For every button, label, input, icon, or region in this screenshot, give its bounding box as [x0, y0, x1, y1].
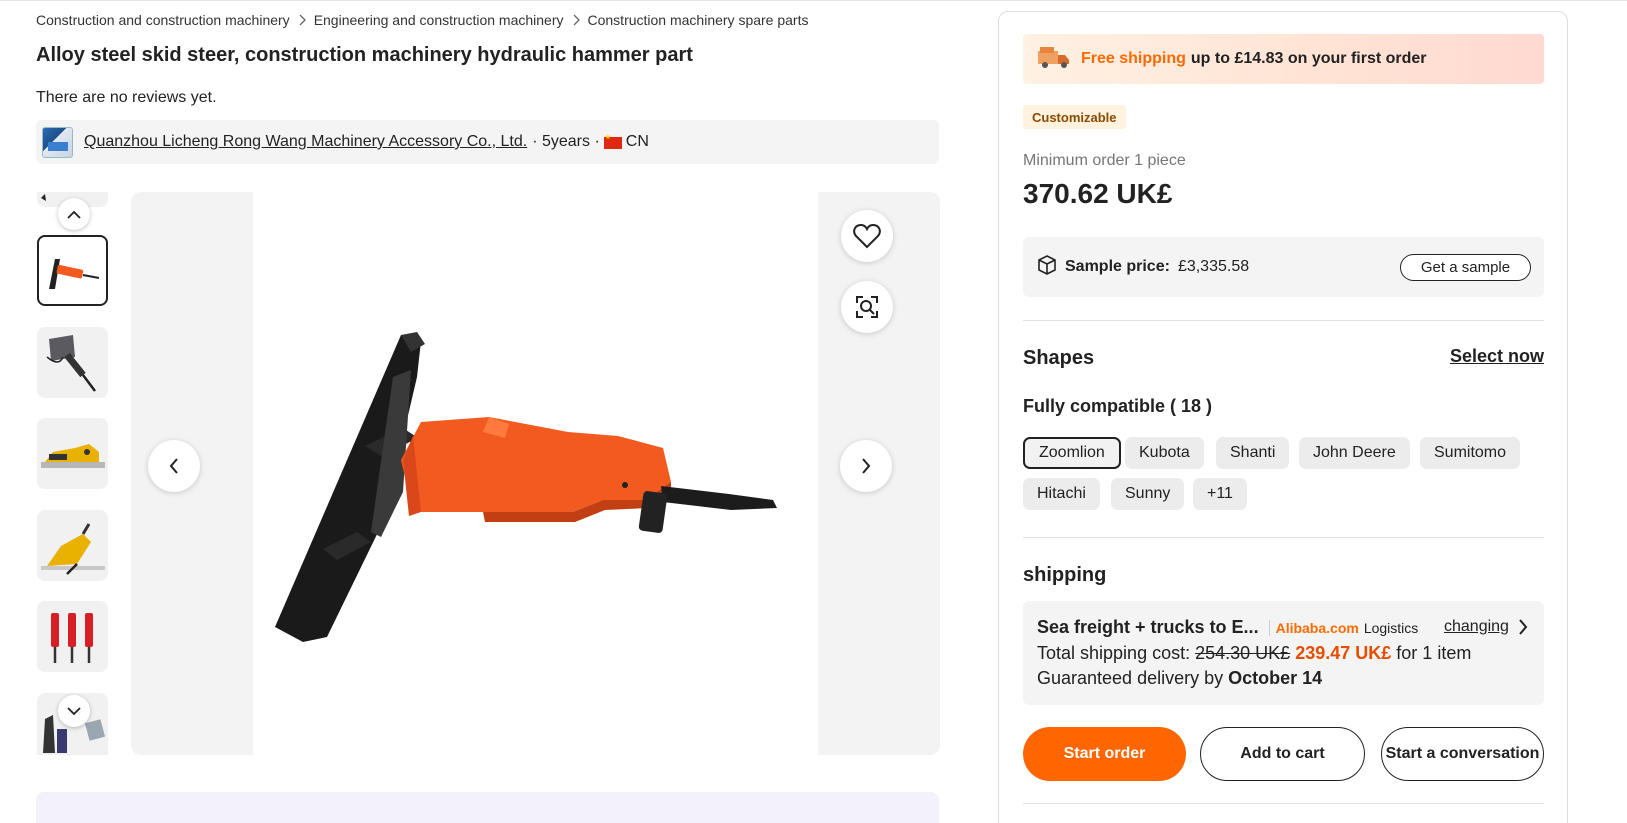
supplier-bar: Quanzhou Licheng Rong Wang Machinery Acc… — [36, 120, 939, 164]
shipping-method: Sea freight + trucks to E... — [1037, 617, 1259, 637]
breadcrumb-item-engineering[interactable]: Engineering and construction machinery — [314, 12, 564, 28]
divider — [1023, 537, 1544, 538]
add-to-cart-button[interactable]: Add to cart — [1200, 727, 1365, 781]
free-shipping-banner: Free shipping up to £14.83 on your first… — [1023, 34, 1544, 84]
sample-price-value: £3,335.58 — [1177, 258, 1250, 275]
supplier-logo[interactable] — [42, 126, 73, 158]
breadcrumb-item-construction[interactable]: Construction and construction machinery — [36, 12, 290, 28]
supplier-years: · 5years · — [532, 133, 600, 150]
shipping-box: Sea freight + trucks to E... Alibaba.com… — [1023, 601, 1544, 705]
thumbnail-2[interactable] — [37, 327, 108, 398]
reviews-text: There are no reviews yet. — [36, 89, 217, 106]
product-title: Alloy steel skid steer, construction mac… — [36, 44, 693, 66]
sample-price-box: Sample price: £3,335.58 Get a sample — [1023, 237, 1544, 297]
next-image-button[interactable] — [840, 440, 892, 492]
free-shipping-text: up to £14.83 on your first order — [1190, 50, 1427, 67]
chip-zoomlion[interactable]: Zoomlion — [1023, 437, 1121, 469]
chevron-left-icon — [169, 458, 178, 474]
chip-hitachi[interactable]: Hitachi — [1023, 478, 1100, 510]
delivery-label: Guaranteed delivery by — [1037, 668, 1224, 688]
favorite-button[interactable] — [841, 210, 893, 262]
box-icon — [1037, 254, 1057, 280]
chevron-up-icon[interactable] — [58, 198, 90, 230]
shipping-title: shipping — [1023, 564, 1107, 586]
chevron-right-icon[interactable] — [1518, 619, 1528, 640]
china-flag-icon — [603, 133, 622, 149]
free-shipping-highlight: Free shipping — [1081, 50, 1186, 67]
chip-sumitomo[interactable]: Sumitomo — [1420, 437, 1521, 469]
chip-john-deere[interactable]: John Deere — [1299, 437, 1410, 469]
thumbnail-3[interactable] — [37, 418, 108, 489]
compatibility-label: Fully compatible ( 18 ) — [1023, 396, 1213, 416]
product-photo — [253, 192, 818, 755]
chevron-right-icon — [862, 458, 871, 474]
chip-kubota[interactable]: Kubota — [1125, 437, 1204, 469]
minimum-order: Minimum order 1 piece — [1023, 152, 1186, 169]
start-order-button[interactable]: Start order — [1023, 727, 1186, 781]
truck-icon — [1037, 45, 1071, 74]
hydraulic-hammer-image — [275, 332, 777, 642]
divider — [1023, 320, 1544, 321]
chevron-down-icon[interactable] — [58, 695, 90, 727]
select-now-link[interactable]: Select now — [1450, 346, 1544, 367]
chip-shanti[interactable]: Shanti — [1216, 437, 1290, 469]
chevron-right-icon — [564, 14, 588, 26]
divider — [1023, 803, 1544, 804]
image-search-button[interactable] — [841, 281, 893, 333]
prev-image-button[interactable] — [148, 440, 200, 492]
get-sample-button[interactable]: Get a sample — [1400, 254, 1531, 281]
thumbnail-1[interactable] — [37, 235, 108, 306]
start-conversation-button[interactable]: Start a conversation — [1381, 727, 1544, 781]
main-product-image — [131, 192, 940, 755]
thumbnail-5[interactable] — [37, 601, 108, 672]
supplier-country: CN — [625, 133, 649, 150]
breadcrumb-item-spare-parts[interactable]: Construction machinery spare parts — [588, 12, 809, 28]
unit-price: 370.62 UK£ — [1023, 178, 1173, 209]
breadcrumb: Construction and construction machinery … — [36, 12, 809, 28]
shipping-cost-label: Total shipping cost: — [1037, 643, 1191, 663]
chevron-right-icon — [290, 14, 314, 26]
shipping-cost-suffix: for 1 item — [1396, 643, 1472, 663]
supplier-name-link[interactable]: Quanzhou Licheng Rong Wang Machinery Acc… — [84, 133, 527, 151]
chip-sunny[interactable]: Sunny — [1111, 478, 1185, 510]
customizable-badge: Customizable — [1023, 105, 1126, 129]
top-border — [0, 0, 1627, 3]
thumbnail-rail — [36, 192, 109, 755]
sample-price-label: Sample price: — [1065, 258, 1170, 275]
shapes-title: Shapes — [1023, 347, 1095, 369]
logistics-label: Logistics — [1363, 619, 1419, 636]
change-shipping-link[interactable]: changing — [1444, 618, 1509, 636]
delivery-date: October 14 — [1228, 668, 1323, 688]
heart-icon — [853, 223, 881, 249]
chip-more[interactable]: +11 — [1193, 478, 1247, 510]
thumbnail-4[interactable] — [37, 510, 108, 581]
shipping-old-cost: 254.30 UK£ — [1195, 643, 1291, 663]
description-card — [36, 792, 939, 823]
shipping-new-cost: 239.47 UK£ — [1295, 643, 1392, 663]
image-search-icon — [856, 296, 878, 318]
alibaba-logistics-logo: Alibaba.com — [1268, 619, 1359, 636]
